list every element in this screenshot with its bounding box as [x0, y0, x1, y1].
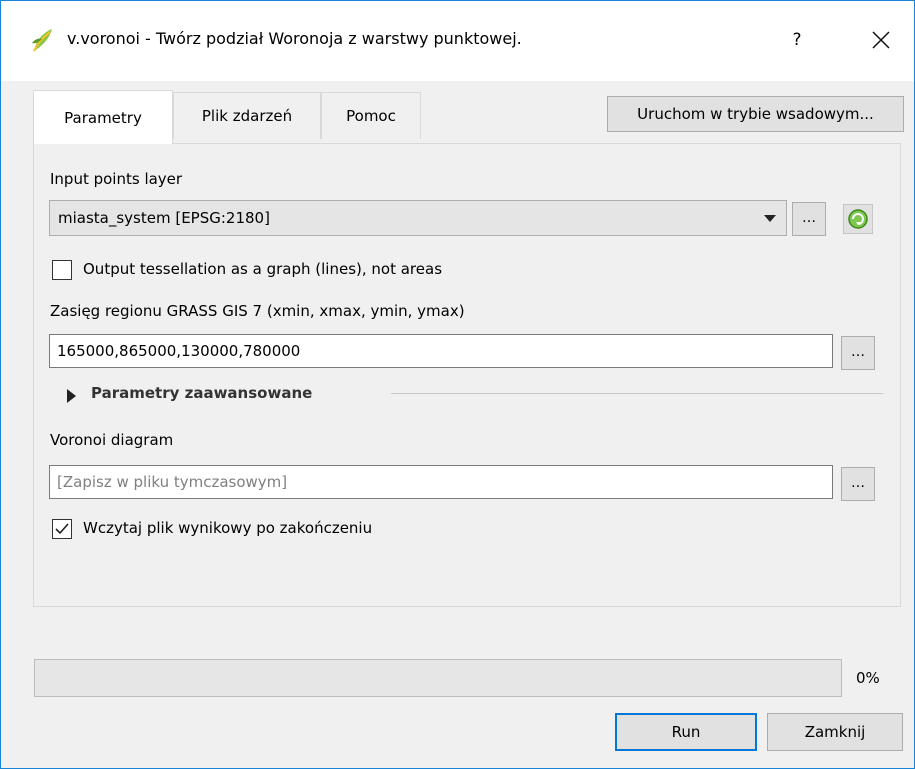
qgis-logo-icon [32, 29, 52, 52]
input-layer-combobox[interactable]: miasta_system [EPSG:2180] [49, 200, 787, 236]
tab-pomoc[interactable]: Pomoc [321, 92, 421, 139]
load-result-label: Wczytaj plik wynikowy po zakończeniu [83, 519, 373, 537]
window-title: v.voronoi - Twórz podział Woronoja z war… [67, 29, 522, 48]
tab-parametry[interactable]: Parametry [33, 90, 173, 144]
section-divider [391, 393, 883, 394]
checkmark-icon [55, 523, 69, 535]
green-refresh-icon[interactable] [843, 204, 873, 234]
voronoi-output-browse-button[interactable]: … [841, 467, 875, 501]
tab-label: Parametry [64, 108, 142, 127]
run-button[interactable]: Run [615, 713, 757, 751]
progress-percent: 0% [856, 669, 880, 687]
voronoi-output-input[interactable]: [Zapisz w pliku tymczasowym] [49, 465, 833, 499]
close-icon[interactable] [861, 23, 901, 57]
batch-mode-button[interactable]: Uruchom w trybie wsadowym... [607, 96, 904, 132]
advanced-parameters-toggle[interactable]: Parametry zaawansowane [91, 384, 312, 402]
graph-output-checkbox[interactable] [52, 260, 72, 280]
tab-plik-zdarzen[interactable]: Plik zdarzeń [173, 92, 321, 139]
help-button[interactable]: ? [777, 23, 817, 57]
tab-label: Pomoc [346, 107, 396, 125]
region-extent-value: 165000,865000,130000,780000 [57, 342, 301, 360]
dialog-window: v.voronoi - Twórz podział Woronoja z war… [0, 0, 915, 769]
region-extent-input[interactable]: 165000,865000,130000,780000 [49, 334, 833, 368]
title-bar: v.voronoi - Twórz podział Woronoja z war… [1, 1, 914, 81]
graph-output-label: Output tessellation as a graph (lines), … [83, 260, 443, 278]
region-extent-browse-button[interactable]: … [841, 336, 875, 370]
chevron-down-icon [764, 215, 776, 222]
expand-arrow-icon[interactable] [67, 389, 76, 403]
close-button[interactable]: Zamknij [767, 713, 903, 751]
input-layer-label: Input points layer [50, 170, 183, 188]
input-layer-browse-button[interactable]: … [792, 202, 826, 236]
voronoi-output-placeholder: [Zapisz w pliku tymczasowym] [57, 473, 288, 491]
tab-label: Plik zdarzeń [201, 107, 293, 125]
voronoi-output-label: Voronoi diagram [50, 431, 174, 449]
load-result-checkbox[interactable] [52, 519, 72, 539]
input-layer-value: miasta_system [EPSG:2180] [58, 209, 270, 227]
progress-bar [34, 659, 842, 697]
region-extent-label: Zasięg regionu GRASS GIS 7 (xmin, xmax, … [50, 302, 465, 320]
